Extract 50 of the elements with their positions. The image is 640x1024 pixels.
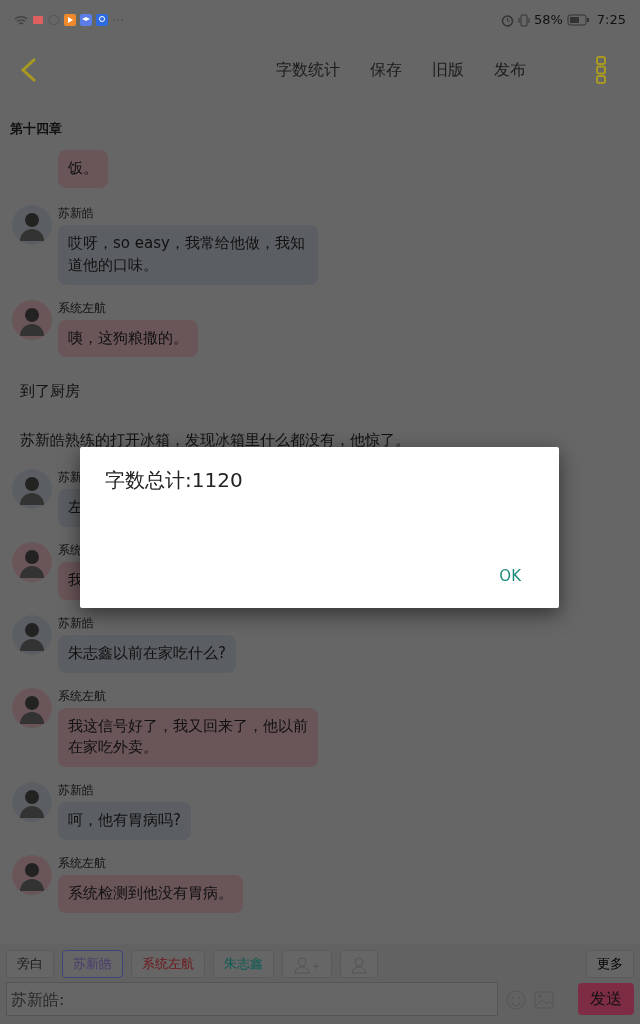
message-bubble: 呵，他有胃病吗? [58,802,191,840]
avatar [12,854,52,895]
graduation-cap-icon [80,14,92,26]
clock: 7:25 [596,11,626,30]
toolbar-action[interactable]: 保存 [370,58,402,82]
battery-percentage: 58% [533,11,563,30]
more-button[interactable]: 更多 [586,950,634,978]
message-bubble: 我这信号好了，我又回来了，他以前在家吃外卖。 [58,707,318,767]
back-button[interactable] [20,57,38,83]
speaker-tab[interactable]: 旁白 [6,950,54,978]
narration-text: 苏新皓熟练的打开冰箱，发现冰箱里什么都没有，他惊了。 [19,429,411,451]
chapter-title: 第十四章 [9,119,63,138]
avatar [12,299,52,340]
speaker-name: 系统左航 [58,687,107,705]
message-bubble: 饭。 [58,150,108,188]
speaker-tab[interactable]: 系统左航 [131,950,205,978]
menu-button[interactable] [596,56,606,84]
avatar [12,205,52,245]
speaker-name: 苏新 [58,469,83,487]
message-bubble: 系统检测到他没有胃病。 [58,874,243,913]
speaker-name: 苏新皓 [58,614,95,632]
message-input[interactable]: 苏新皓: [6,982,498,1016]
speaker-name: 苏新皓 [58,205,95,222]
avatar [12,542,52,582]
avatar [12,687,52,728]
alarm-icon [500,13,514,27]
message-bubble: 哎呀，so easy，我常给他做，我知道他的口味。 [58,225,318,285]
speaker-name: 系统左航 [58,299,107,317]
menu-icon [596,56,606,84]
speaker-name: 系统左航 [58,854,107,872]
battery-icon [566,14,589,26]
ok-button[interactable]: OK [493,563,527,588]
lightbulb-icon [96,14,108,26]
wifi-icon [14,14,28,26]
send-button[interactable]: 发送 [578,983,634,1015]
speaker-name: 苏新皓 [58,782,95,799]
avatar [12,782,52,822]
narration-text: 到了厨房 [19,381,81,403]
avatar [12,614,52,655]
toolbar-action[interactable]: 字数统计 [276,58,340,82]
message-bubble: 咦，这狗粮撒的。 [58,319,198,358]
play-icon [64,14,76,26]
book-icon [32,14,44,26]
toolbar-action[interactable]: 发布 [494,58,526,82]
vibrate-icon [517,13,530,27]
dialog-message: 字数总计:1120 [105,467,244,494]
avatar [12,469,52,510]
message-bubble: 朱志鑫以前在家吃什么? [58,634,236,673]
toolbar-action[interactable]: 旧版 [432,58,464,82]
back-icon [20,57,38,83]
